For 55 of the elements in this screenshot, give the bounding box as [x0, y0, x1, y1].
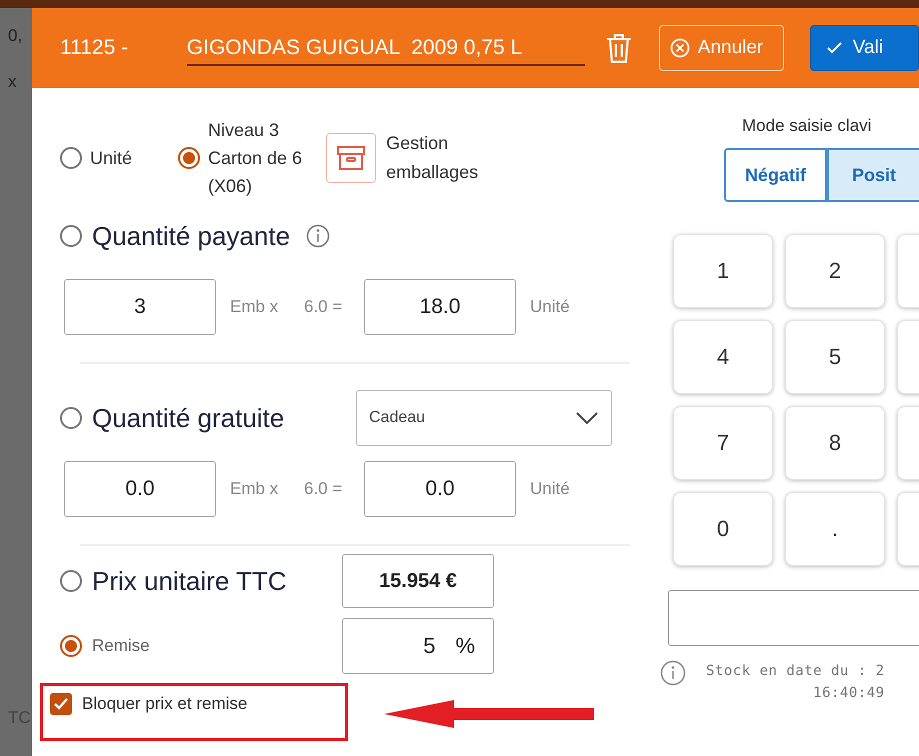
validate-button[interactable]: Vali	[810, 25, 919, 71]
radio-button[interactable]	[60, 635, 82, 657]
keypad-key[interactable]: .	[785, 492, 885, 566]
section-label: Quantité gratuite	[92, 402, 284, 434]
amount-field[interactable]	[668, 590, 919, 646]
info-icon	[660, 660, 686, 686]
box-icon	[336, 145, 366, 171]
product-code: 11125 -	[60, 36, 130, 60]
reason-dropdown[interactable]: Cadeau	[356, 390, 612, 446]
multiplier-label: Emb x	[229, 297, 280, 317]
unit-label: Unité	[529, 479, 570, 499]
keypad-key[interactable]: 0	[673, 492, 773, 566]
trash-icon[interactable]	[605, 32, 633, 64]
keypad-key[interactable]: 8	[785, 406, 885, 480]
keypad-key[interactable]: 7	[673, 406, 773, 480]
radio-button[interactable]	[60, 225, 82, 247]
option-label: Niveau 3 Carton de 6 (X06)	[208, 119, 302, 198]
option-label: Unité	[90, 147, 132, 170]
radio-button[interactable]	[60, 570, 82, 592]
radio-button[interactable]	[60, 147, 82, 169]
discount-field[interactable]: 5 %	[342, 618, 494, 674]
keypad-key[interactable]: 4	[673, 320, 773, 394]
unit-label: Unité	[529, 297, 570, 317]
check-icon	[53, 697, 69, 711]
units-field[interactable]: 0.0	[364, 461, 516, 517]
packages-field[interactable]: 3	[64, 279, 216, 335]
mode-toggle[interactable]: Négatif	[724, 148, 827, 202]
keypad-key[interactable]: 5	[785, 320, 885, 394]
multiplier-label: Emb x	[229, 479, 280, 499]
section-label: Prix unitaire TTC	[92, 566, 287, 596]
cancel-icon	[670, 38, 690, 58]
checkbox[interactable]	[50, 693, 72, 715]
discount-value: 5	[423, 633, 436, 659]
packaging-button[interactable]	[326, 133, 376, 183]
backdrop-text: x	[7, 72, 18, 92]
section-label: Quantité payante	[92, 220, 290, 252]
checkbox-label: Bloquer prix et remise	[82, 694, 248, 714]
backdrop-text: 0,	[7, 26, 24, 46]
discount-label: Remise	[92, 636, 150, 656]
radio-button[interactable]	[60, 407, 82, 429]
packaging-label: Gestion emballages	[386, 132, 478, 184]
factor-label: 6.0 =	[304, 479, 344, 499]
info-icon	[306, 224, 330, 248]
keypad-key[interactable]: 2	[785, 234, 885, 308]
stock-date-text: Stock en date du : 2 16:40:49	[706, 662, 885, 703]
factor-label: 6.0 =	[304, 297, 344, 317]
chevron-down-icon	[575, 411, 599, 425]
keypad-key[interactable]: 1	[673, 234, 773, 308]
radio-button[interactable]	[178, 147, 200, 169]
packages-field[interactable]: 0.0	[64, 461, 216, 517]
mode-toggle[interactable]: Posit	[826, 148, 919, 202]
percent-sign: %	[455, 633, 475, 659]
units-field[interactable]: 18.0	[364, 279, 516, 335]
price-field[interactable]: 15.954 €	[342, 554, 494, 608]
keyboard-mode-label: Mode saisie clavi	[741, 116, 872, 136]
